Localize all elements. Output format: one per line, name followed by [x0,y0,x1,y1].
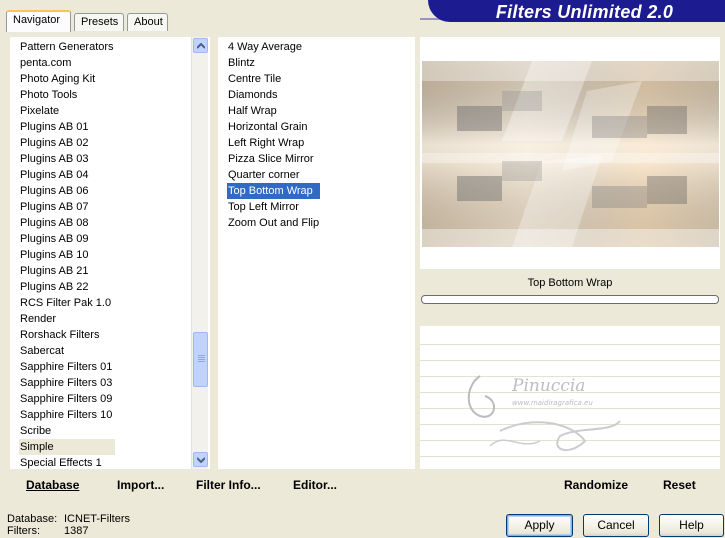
import-label: Import... [117,478,165,492]
filter-list-item[interactable]: 4 Way Average [227,39,320,55]
filter-list-item[interactable]: Centre Tile [227,71,320,87]
apply-button[interactable]: Apply [506,514,573,537]
category-list-item[interactable]: Sapphire Filters 01 [19,359,115,375]
filter-list-item[interactable]: Horizontal Grain [227,119,320,135]
filter-list-item[interactable]: Diamonds [227,87,320,103]
help-button[interactable]: Help [659,514,724,537]
filter-list-item[interactable]: Blintz [227,55,320,71]
tab-navigator[interactable]: Navigator [6,10,71,32]
filter-list-item[interactable]: Quarter corner [227,167,320,183]
category-list-item[interactable]: Pattern Generators [19,39,115,55]
category-list-item[interactable]: Rorshack Filters [19,327,115,343]
tab-navigator-label: Navigator [13,14,61,26]
help-label: Help [679,518,704,532]
database-status-label: Database: [7,513,58,525]
filter-info-label: Filter Info... [196,478,261,492]
preview-image [422,61,719,247]
tab-presets[interactable]: Presets [74,13,124,31]
filters-count-value: 1387 [64,525,89,537]
category-list-item[interactable]: Sapphire Filters 10 [19,407,115,423]
category-list-item[interactable]: Sapphire Filters 09 [19,391,115,407]
tab-presets-label: Presets [81,16,119,28]
app-title: Filters Unlimited 2.0 [495,2,674,22]
editor-button[interactable]: Editor... [293,473,337,497]
category-items: Pattern Generators penta.com Photo Aging K… [19,39,115,471]
category-list-item[interactable]: Plugins AB 09 [19,231,115,247]
right-button-bar: Randomize Reset [420,473,720,497]
editor-label: Editor... [293,478,338,492]
database-status-value: ICNET-Filters [64,513,130,525]
cancel-label: Cancel [597,518,635,532]
tab-about[interactable]: About [127,13,168,31]
category-list-item[interactable]: Photo Aging Kit [19,71,115,87]
filter-list-item[interactable]: Zoom Out and Flip [227,215,320,231]
category-list-item[interactable]: Plugins AB 01 [19,119,115,135]
category-list-item[interactable]: Photo Tools [19,87,115,103]
database-label: Database [26,478,80,492]
category-list-item[interactable]: Simple [19,439,115,455]
left-button-bar: Database Import... Filter Info... Editor… [10,473,415,497]
category-list-item[interactable]: RCS Filter Pak 1.0 [19,295,115,311]
filter-items: 4 Way Average Blintz Centre Tile Diamonds Ha… [227,39,321,231]
watermark-logo: Pinuccia www.maidiragrafica.eu [467,375,621,451]
filter-list-item[interactable]: Left Right Wrap [227,135,320,151]
category-list-item[interactable]: Plugins AB 06 [19,183,115,199]
database-button[interactable]: Database [26,473,79,497]
selected-filter-name: Top Bottom Wrap [527,277,613,289]
category-list-item[interactable]: Plugins AB 08 [19,215,115,231]
category-list-item[interactable]: Plugins AB 03 [19,151,115,167]
category-list-item[interactable]: Plugins AB 02 [19,135,115,151]
scroll-down-button[interactable] [193,452,208,467]
watermark-text: Pinuccia [511,376,585,396]
scroll-up-button[interactable] [193,38,208,53]
filter-list-item[interactable]: Top Bottom Wrap [227,183,321,199]
scroll-thumb[interactable] [193,332,208,387]
category-list-item[interactable]: Special Effects 1 [19,455,115,471]
filter-controls-area[interactable]: Pinuccia www.maidiragrafica.eu [420,326,720,469]
filter-info-button[interactable]: Filter Info... [196,473,261,497]
category-scrollbar[interactable] [191,37,208,469]
filter-list-item[interactable]: Top Left Mirror [227,199,320,215]
chevron-down-icon [197,457,205,463]
category-list-item[interactable]: Sapphire Filters 03 [19,375,115,391]
import-button[interactable]: Import... [117,473,164,497]
category-list-item[interactable]: Plugins AB 10 [19,247,115,263]
category-list-item[interactable]: penta.com [19,55,115,71]
randomize-label: Randomize [564,478,629,492]
randomize-button[interactable]: Randomize [564,473,628,497]
app-title-banner: Filters Unlimited 2.0 [420,0,725,22]
category-list-item[interactable]: Sabercat [19,343,115,359]
reset-button[interactable]: Reset [663,473,696,497]
category-list-item[interactable]: Plugins AB 04 [19,167,115,183]
status-area: Database: ICNET-Filters Filters: 1387 [7,513,130,537]
category-list-item[interactable]: Render [19,311,115,327]
filter-list[interactable]: 4 Way Average Blintz Centre Tile Diamonds Ha… [218,37,415,469]
category-list-item[interactable]: Pixelate [19,103,115,119]
watermark-url: www.maidiragrafica.eu [512,399,593,407]
tab-about-label: About [134,16,163,28]
progress-bar [421,295,719,304]
category-list-item[interactable]: Plugins AB 22 [19,279,115,295]
apply-label: Apply [524,518,555,532]
filter-list-item[interactable]: Half Wrap [227,103,320,119]
cancel-button[interactable]: Cancel [583,514,649,537]
chevron-up-icon [197,43,205,49]
category-list-item[interactable]: Plugins AB 21 [19,263,115,279]
category-list-item[interactable]: Plugins AB 07 [19,199,115,215]
category-list-item[interactable]: Scribe [19,423,115,439]
filter-list-item[interactable]: Pizza Slice Mirror [227,151,320,167]
reset-label: Reset [663,478,696,492]
category-list[interactable]: Pattern Generators penta.com Photo Aging K… [10,37,210,469]
filters-count-label: Filters: [7,525,40,537]
